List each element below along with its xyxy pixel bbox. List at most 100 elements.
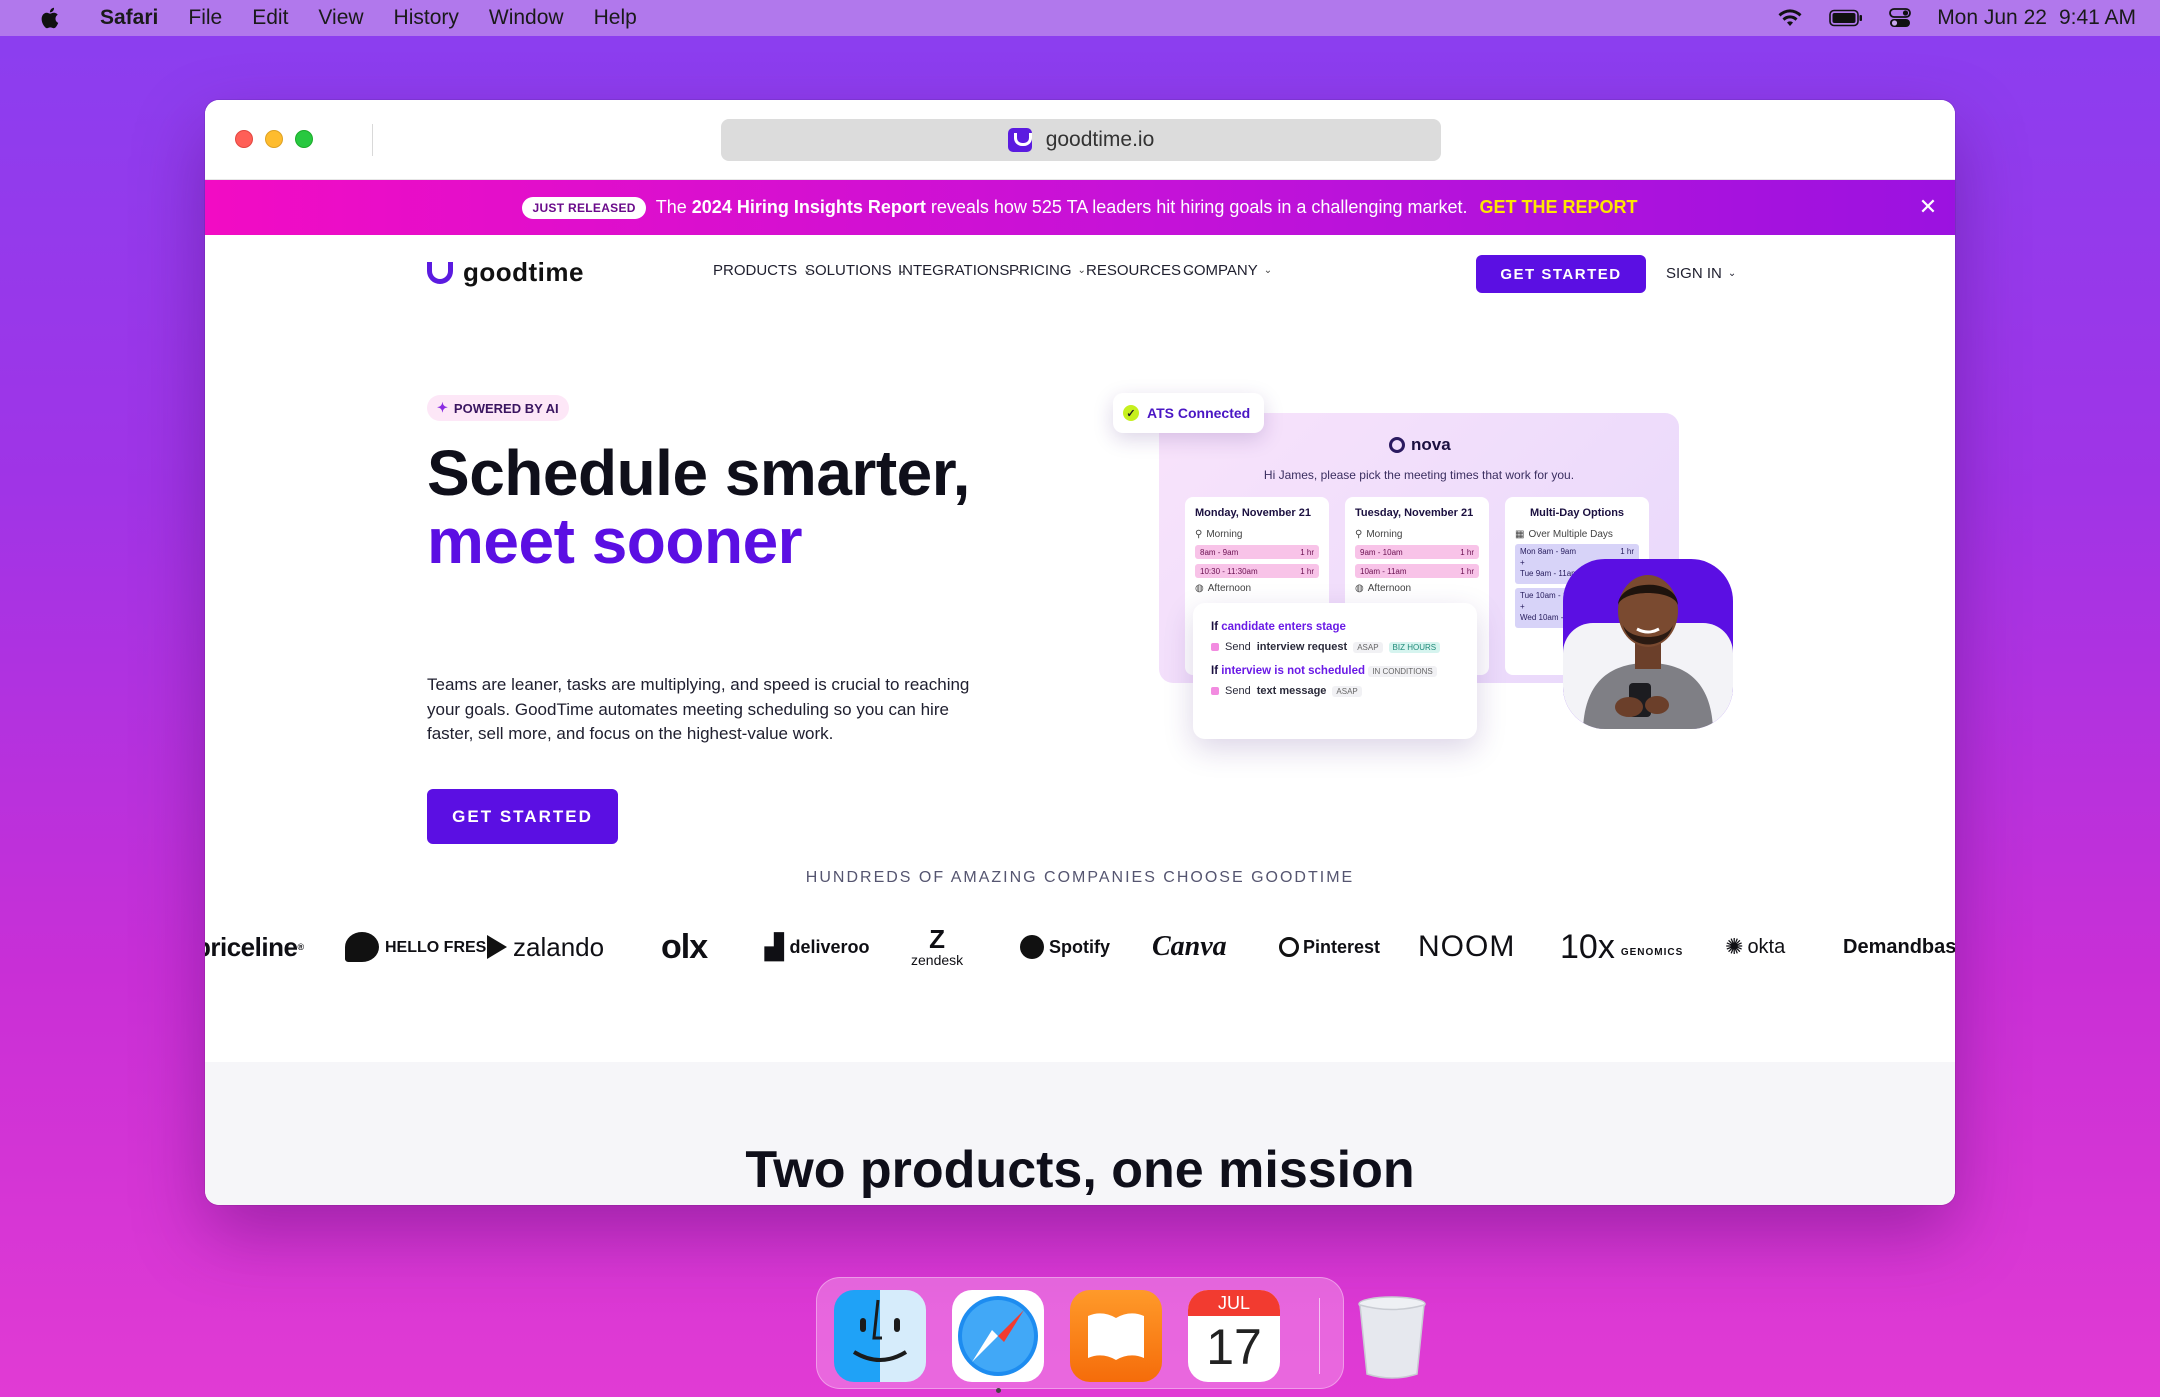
control-center-icon[interactable] (1889, 8, 1912, 28)
trash-icon[interactable] (1357, 1296, 1427, 1380)
slot-duration: 1 hr (1300, 566, 1314, 576)
banner-close-icon[interactable]: ✕ (1917, 196, 1939, 218)
afternoon-label-text: Afternoon (1367, 583, 1412, 594)
sun-icon: ◍ (1195, 583, 1204, 594)
priceline-logo: priceline ® (205, 917, 304, 977)
logo-wordmark: goodtime (463, 257, 584, 287)
address-bar[interactable]: goodtime.io (721, 119, 1441, 161)
announcement-banner: JUST RELEASED The 2024 Hiring Insights R… (205, 180, 1955, 235)
demandbase-logo: Demandbase (1843, 935, 1955, 958)
option-time: Mon 8am - 9am (1520, 547, 1577, 556)
multi-day-label-text: Over Multiple Days (1528, 529, 1613, 540)
email-icon (1211, 643, 1219, 651)
slot-duration: 1 hr (1460, 547, 1474, 557)
hero-title: Schedule smarter, meet sooner (427, 439, 970, 575)
nav-company[interactable]: COMPANY ⌄ (1183, 262, 1272, 279)
calendar-app-icon[interactable]: JUL 17 (1188, 1290, 1280, 1382)
hero-title-line1: Schedule smarter, (427, 437, 970, 509)
time-slot: 10am - 11am 1 hr (1355, 564, 1479, 578)
morning-label: ⚲ Morning (1355, 529, 1479, 540)
goodtime-logo[interactable]: goodtime (427, 257, 584, 288)
menu-view[interactable]: View (318, 6, 363, 30)
menubar-time[interactable]: 9:41 AM (2059, 6, 2136, 30)
zalando-logo-text: zalando (513, 931, 605, 962)
menu-edit[interactable]: Edit (252, 6, 288, 30)
wifi-icon[interactable] (1777, 8, 1803, 28)
nav-integrations[interactable]: INTEGRATIONS ⌄ (898, 262, 1024, 279)
sms-icon (1211, 687, 1219, 695)
site-favicon-icon (1007, 128, 1032, 152)
open-book-icon (1088, 1313, 1144, 1360)
noom-logo: NOOM (1418, 930, 1516, 963)
books-app-icon[interactable] (1070, 1290, 1162, 1382)
apple-icon[interactable] (40, 6, 62, 30)
nova-subtitle: Hi James, please pick the meeting times … (1263, 468, 1575, 482)
nav-pricing[interactable]: PRICING ⌄ (1009, 262, 1086, 279)
morning-label-text: Morning (1366, 529, 1403, 540)
menu-help[interactable]: Help (594, 6, 637, 30)
day-title: Tuesday, November 21 (1355, 507, 1474, 519)
site-nav: goodtime PRODUCTS ⌄ SOLUTIONS ⌄ INTEGRATIO… (205, 235, 1955, 313)
battery-icon[interactable] (1829, 9, 1863, 27)
person-icon: ⚲ (1195, 529, 1203, 540)
calendar-icon: ▦ (1515, 529, 1525, 540)
rule-tag: ASAP (1353, 641, 1383, 653)
zendesk-logo: Z zendesk (911, 917, 963, 977)
nav-solutions[interactable]: SOLUTIONS ⌄ (805, 262, 906, 279)
compass-icon (958, 1296, 1038, 1376)
hero-get-started-button[interactable]: GET STARTED (427, 789, 618, 844)
time-slot: 9am - 10am 1 hr (1355, 545, 1479, 559)
check-icon: ✓ (1123, 405, 1139, 421)
zendesk-logo-text: zendesk (911, 952, 964, 968)
hero-description: Teams are leaner, tasks are multiplying,… (427, 675, 970, 743)
safari-app-icon[interactable] (952, 1290, 1044, 1393)
option-duration: 1 hr (1620, 547, 1634, 556)
running-indicator (996, 1388, 1001, 1393)
zoom-window-button[interactable] (295, 130, 313, 148)
menu-window[interactable]: Window (489, 6, 564, 30)
banner-cta-link[interactable]: GET THE REPORT (1479, 197, 1637, 218)
slot-time: 10am - 11am (1360, 566, 1407, 576)
menu-file[interactable]: File (188, 6, 222, 30)
rule-if-word: If (1211, 665, 1219, 677)
nav-company-label: COMPANY (1183, 262, 1258, 279)
zalando-logo: zalando (487, 917, 604, 977)
nova-title-text: nova (1411, 435, 1451, 454)
10x-logo-text: 10x (1560, 927, 1615, 966)
nav-products[interactable]: PRODUCTS ⌄ (713, 262, 812, 279)
person-photo (1563, 559, 1733, 729)
morning-label-text: Morning (1206, 529, 1243, 540)
menubar-date[interactable]: Mon Jun 22 (1937, 6, 2047, 30)
nav-resources[interactable]: RESOURCES ⌄ (1086, 262, 1195, 279)
hero-title-line2: meet sooner (427, 505, 803, 577)
slot-time: 8am - 9am (1200, 547, 1239, 557)
customer-logos-section: HUNDREDS OF AMAZING COMPANIES CHOOSE GOO… (205, 869, 1955, 1083)
hellofresh-logo: HELLO FRESH (345, 917, 498, 977)
person-icon: ⚲ (1355, 529, 1363, 540)
zalando-mark-icon (487, 935, 507, 959)
finder-app-icon[interactable] (834, 1290, 926, 1382)
ats-connected-badge: ✓ ATS Connected (1113, 393, 1265, 433)
10x-logo-subtext: GENOMICS (1620, 946, 1684, 958)
okta-sunburst-icon: ✺ (1725, 934, 1744, 959)
browser-window: goodtime.io JUST RELEASED The 2024 Hirin… (205, 100, 1955, 1205)
hellofresh-logo-text: HELLO FRESH (385, 938, 498, 956)
multi-day-label: ▦ Over Multiple Days (1515, 529, 1639, 540)
automation-rules-card: If candidate enters stage Send interview… (1193, 603, 1477, 739)
priceline-logo-text: priceline (205, 931, 298, 962)
spotify-logo: Spotify (1020, 917, 1110, 977)
pinterest-logo-text: Pinterest (1303, 936, 1381, 957)
slot-duration: 1 hr (1300, 547, 1314, 557)
minimize-window-button[interactable] (265, 130, 283, 148)
nav-resources-label: RESOURCES (1086, 262, 1182, 279)
nav-sign-in[interactable]: SIGN IN ⌄ (1666, 265, 1736, 282)
menu-history[interactable]: History (394, 6, 459, 30)
rule-action-text: text message (1256, 685, 1327, 697)
nav-get-started-button[interactable]: GET STARTED (1476, 255, 1646, 293)
close-window-button[interactable] (235, 130, 253, 148)
dock: JUL 17 (816, 1277, 1426, 1393)
products-section-title: Two products, one mission (745, 1141, 1415, 1199)
logos-heading: HUNDREDS OF AMAZING COMPANIES CHOOSE GOO… (805, 869, 1355, 886)
menu-app-name[interactable]: Safari (100, 6, 158, 30)
deliveroo-logo-text: deliveroo (789, 936, 870, 957)
